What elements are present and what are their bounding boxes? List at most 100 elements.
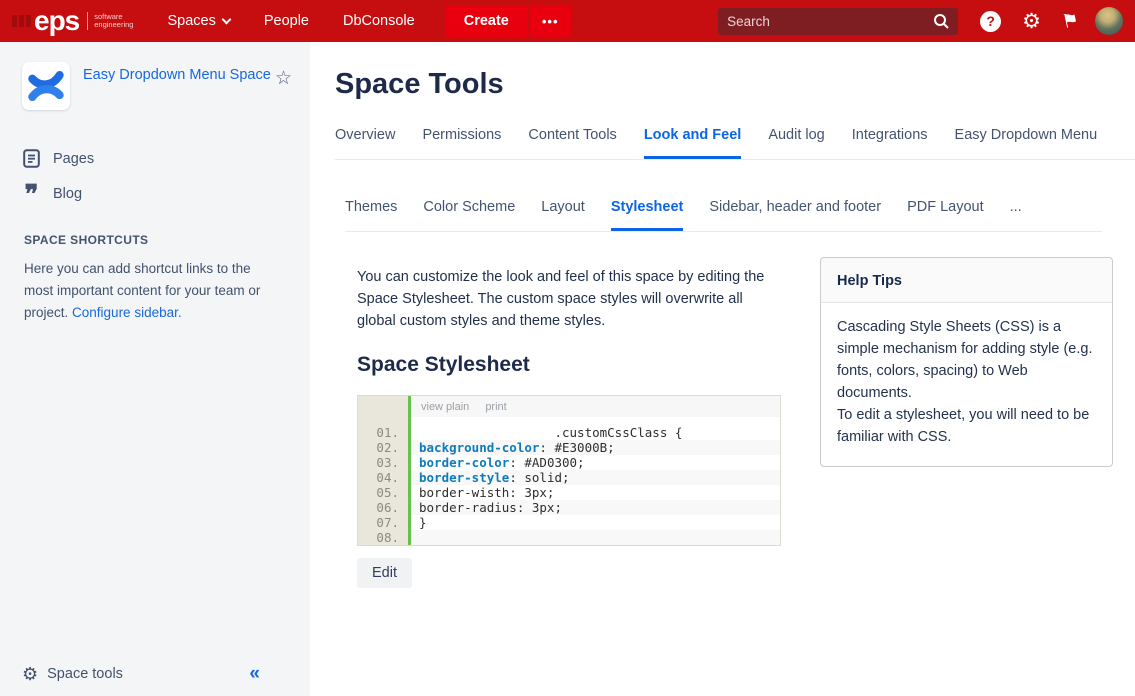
space-tools-link[interactable]: Space tools bbox=[47, 666, 249, 682]
subtab-color-scheme[interactable]: Color Scheme bbox=[423, 199, 515, 231]
tab-overview[interactable]: Overview bbox=[335, 127, 395, 159]
top-nav-item-people[interactable]: People bbox=[264, 13, 309, 29]
sidebar-item-blog[interactable]: ❞Blog bbox=[0, 177, 310, 211]
subtab-stylesheet[interactable]: Stylesheet bbox=[611, 199, 684, 231]
code-toolbar-row: view plain print bbox=[358, 396, 780, 417]
tab-content-tools[interactable]: Content Tools bbox=[528, 127, 616, 159]
code-line-number: 08. bbox=[358, 530, 408, 545]
code-token-plain: .customCssClass { bbox=[419, 425, 682, 440]
code-line: 04.border-style: solid; bbox=[358, 470, 780, 485]
help-tips-panel: Help Tips Cascading Style Sheets (CSS) i… bbox=[820, 257, 1113, 467]
code-line: 07.} bbox=[358, 515, 780, 530]
stylesheet-section: You can customize the look and feel of t… bbox=[357, 257, 781, 588]
code-toolbar-link-view-plain[interactable]: view plain bbox=[421, 401, 469, 413]
code-line-content: border-wisth: 3px; bbox=[411, 485, 780, 500]
code-line-number: 05. bbox=[358, 485, 408, 500]
code-line-number: 04. bbox=[358, 470, 408, 485]
user-avatar[interactable] bbox=[1095, 7, 1123, 35]
code-line-content: .customCssClass { bbox=[411, 425, 780, 440]
code-line: 01. .customCssClass { bbox=[358, 425, 780, 440]
create-more-button[interactable]: ••• bbox=[528, 5, 571, 37]
main-content: Space Tools Overview Permissions Content T… bbox=[310, 42, 1135, 696]
top-nav-item-dbconsole[interactable]: DbConsole bbox=[343, 13, 415, 29]
code-line: 03.border-color: #AD0300; bbox=[358, 455, 780, 470]
page-title: Space Tools bbox=[335, 68, 1113, 101]
space-logo[interactable] bbox=[22, 62, 70, 110]
code-token-plain: : #AD0300; bbox=[509, 455, 584, 470]
space-tools-gear-icon[interactable]: ⚙ bbox=[22, 664, 38, 685]
code-lines: 01. .customCssClass {02.background-color… bbox=[358, 425, 780, 545]
search-box[interactable] bbox=[718, 8, 958, 35]
top-nav-item-label: DbConsole bbox=[343, 13, 415, 29]
eps-brand-text: eps bbox=[34, 7, 79, 35]
code-line-number: 06. bbox=[358, 500, 408, 515]
code-line-content: border-color: #AD0300; bbox=[411, 455, 780, 470]
space-header: Easy Dropdown Menu Space ☆ bbox=[0, 42, 310, 110]
subtab--[interactable]: ... bbox=[1010, 199, 1022, 231]
top-navigation-bar: eps software engineering Spaces People DbC… bbox=[0, 0, 1135, 42]
top-nav-item-spaces[interactable]: Spaces bbox=[167, 13, 229, 29]
code-line-number: 02. bbox=[358, 440, 408, 455]
eps-logo[interactable]: eps software engineering bbox=[12, 7, 133, 35]
search-input[interactable] bbox=[727, 14, 933, 29]
flag-icon[interactable]: ⚑ bbox=[1060, 10, 1081, 32]
code-token-plain: : solid; bbox=[509, 470, 569, 485]
collapse-sidebar-icon[interactable]: « bbox=[249, 663, 260, 685]
tab-permissions[interactable]: Permissions bbox=[422, 127, 501, 159]
tab-easy-dropdown-menu[interactable]: Easy Dropdown Menu bbox=[955, 127, 1098, 159]
sidebar-nav: Pages ❞Blog bbox=[0, 140, 310, 211]
create-button-group: Create ••• bbox=[445, 5, 571, 37]
code-token-plain: : #E3000B; bbox=[539, 440, 614, 455]
code-token-keyword: border-color bbox=[419, 455, 509, 470]
subtab-pdf-layout[interactable]: PDF Layout bbox=[907, 199, 984, 231]
top-nav-item-label: Spaces bbox=[167, 13, 215, 29]
help-icon[interactable]: ? bbox=[980, 11, 1001, 32]
code-line-content: border-style: solid; bbox=[411, 470, 780, 485]
code-line-content: background-color: #E3000B; bbox=[411, 440, 780, 455]
code-line-content: } bbox=[411, 515, 780, 530]
code-line: 06.border-radius: 3px; bbox=[358, 500, 780, 515]
code-token-keyword: border-style bbox=[419, 470, 509, 485]
code-line-number: 01. bbox=[358, 425, 408, 440]
code-token-keyword: background-color bbox=[419, 440, 539, 455]
stylesheet-code-panel: view plainprint 01. .customCssClass {02.… bbox=[357, 395, 781, 546]
stylesheet-intro-text: You can customize the look and feel of t… bbox=[357, 266, 781, 332]
help-tips-body: Cascading Style Sheets (CSS) is a simple… bbox=[821, 303, 1112, 466]
search-icon[interactable] bbox=[933, 13, 949, 29]
space-tools-tabs: Overview Permissions Content Tools Look and… bbox=[335, 127, 1135, 160]
code-toolbar: view plain print bbox=[411, 396, 780, 417]
code-line-content: border-radius: 3px; bbox=[411, 500, 780, 515]
configure-sidebar-link[interactable]: Configure sidebar. bbox=[72, 305, 182, 320]
sidebar-item-label: Blog bbox=[53, 186, 82, 202]
logo-divider bbox=[87, 12, 88, 30]
top-nav-item-label: People bbox=[264, 13, 309, 29]
help-tips-header: Help Tips bbox=[821, 258, 1112, 303]
sidebar-item-label: Pages bbox=[53, 151, 94, 167]
code-toolbar-link-print[interactable]: print bbox=[485, 401, 506, 413]
space-shortcuts-text: Here you can add shortcut links to the m… bbox=[0, 247, 310, 324]
space-name-link[interactable]: Easy Dropdown Menu Space bbox=[83, 65, 275, 86]
eps-logo-bars-icon bbox=[12, 15, 31, 27]
subtab-sidebar-header-and-footer[interactable]: Sidebar, header and footer bbox=[709, 199, 881, 231]
code-token-plain: } bbox=[419, 515, 427, 530]
sidebar-item-pages[interactable]: Pages bbox=[0, 140, 310, 177]
code-line-content bbox=[411, 530, 780, 545]
tab-integrations[interactable]: Integrations bbox=[852, 127, 928, 159]
subtab-themes[interactable]: Themes bbox=[345, 199, 397, 231]
code-line: 05. border-wisth: 3px; bbox=[358, 485, 780, 500]
edit-button[interactable]: Edit bbox=[357, 558, 412, 588]
tab-audit-log[interactable]: Audit log bbox=[768, 127, 824, 159]
create-button[interactable]: Create bbox=[445, 5, 528, 37]
sidebar-footer: ⚙ Space tools « bbox=[0, 652, 310, 696]
confluence-logo-icon bbox=[26, 66, 66, 106]
help-tips-title: Help Tips bbox=[837, 273, 902, 289]
help-tips-line: Cascading Style Sheets (CSS) is a simple… bbox=[837, 316, 1096, 404]
favorite-star-icon[interactable]: ☆ bbox=[275, 67, 292, 90]
code-line: 02.background-color: #E3000B; bbox=[358, 440, 780, 455]
code-token-plain: border-wisth: 3px; bbox=[419, 485, 554, 500]
subtab-layout[interactable]: Layout bbox=[541, 199, 585, 231]
gear-icon[interactable]: ⚙ bbox=[1022, 11, 1041, 32]
space-shortcuts-heading: SPACE SHORTCUTS bbox=[0, 211, 310, 247]
space-stylesheet-heading: Space Stylesheet bbox=[357, 353, 781, 377]
tab-look-and-feel[interactable]: Look and Feel bbox=[644, 127, 742, 159]
